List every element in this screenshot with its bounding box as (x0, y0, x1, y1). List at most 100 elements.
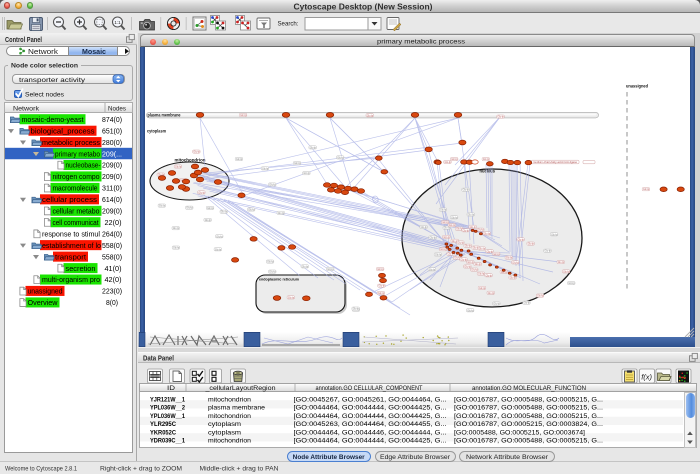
svg-text:multi-organism pro: multi-organism pro (42, 277, 100, 284)
svg-text:Overview: Overview (28, 300, 59, 307)
svg-text:transport: transport (55, 254, 86, 261)
svg-text:Glc-lp: Glc-lp (483, 158, 490, 161)
svg-text:Welcome to Cytoscape 2.8.1: Welcome to Cytoscape 2.8.1 (5, 466, 77, 473)
svg-text:endoplasmic reticulum: endoplasmic reticulum (259, 277, 299, 282)
svg-text:Glc-lp: Glc-lp (467, 261, 474, 264)
svg-text:Glc-lp: Glc-lp (506, 257, 513, 260)
svg-text:Glc-lp: Glc-lp (337, 156, 344, 159)
svg-text:Node color selection: Node color selection (11, 63, 78, 70)
svg-text:[GO:0016787, GO:0005488, GO:00: [GO:0016787, GO:0005488, GO:0005215, G..… (454, 396, 603, 403)
svg-text:Glc-lp: Glc-lp (198, 191, 205, 194)
svg-text:cell communicat: cell communicat (53, 220, 99, 227)
svg-text:[GO:0016787, GO:0005488, GO:00: [GO:0016787, GO:0005488, GO:0005215, G..… (454, 413, 603, 420)
svg-text:Glc-lp: Glc-lp (215, 248, 222, 251)
svg-text:22(0): 22(0) (105, 220, 122, 227)
svg-text:Glc-lp: Glc-lp (205, 219, 212, 222)
svg-text:YPL036W__1: YPL036W__1 (150, 413, 185, 420)
svg-text:primary metabolic process: primary metabolic process (377, 38, 466, 45)
svg-text:Glc-lp: Glc-lp (512, 261, 519, 264)
svg-text:[GO:0016787, GO:0005488, GO:00: [GO:0016787, GO:0005488, GO:0005215, G..… (454, 405, 603, 412)
svg-text:Glc-lp: Glc-lp (451, 216, 458, 219)
svg-text:nucleus: nucleus (480, 169, 496, 174)
svg-text:plasma membrane: plasma membrane (148, 113, 182, 118)
svg-text:209(0): 209(0) (102, 163, 122, 170)
svg-text:Network Attribute Browser: Network Attribute Browser (466, 454, 549, 461)
svg-text:558(0): 558(0) (102, 243, 122, 250)
svg-text:Search:: Search: (278, 21, 299, 28)
svg-text:Right-click + drag to ZOOM: Right-click + drag to ZOOM (100, 466, 182, 473)
svg-text:Glc-lp: Glc-lp (378, 292, 385, 295)
svg-text:Control Panel: Control Panel (5, 35, 42, 44)
svg-text:Glc-lp: Glc-lp (457, 242, 464, 245)
svg-text:mitochondrion: mitochondrion (208, 413, 252, 420)
svg-text:unassigned: unassigned (28, 289, 63, 296)
svg-text:Glc-lp: Glc-lp (451, 158, 458, 161)
svg-text:209(0): 209(0) (102, 209, 122, 216)
svg-text:Glc-lp: Glc-lp (486, 274, 493, 277)
svg-text:Glc-lp: Glc-lp (465, 245, 472, 248)
svg-text:Glc-lp: Glc-lp (303, 172, 310, 175)
svg-text:Glc-lp: Glc-lp (467, 309, 474, 312)
svg-text:mitochondrion: mitochondrion (175, 157, 207, 162)
svg-text:YKR052C: YKR052C (150, 429, 176, 436)
svg-text:[GO:0016787, GO:0005215, GO:00: [GO:0016787, GO:0005215, GO:0003824, G..… (454, 421, 603, 428)
svg-text:[GO:0045263, GO:0044464, GO:00: [GO:0045263, GO:0044464, GO:0044455, G..… (294, 421, 447, 428)
svg-text:Glc-lp: Glc-lp (269, 184, 276, 187)
svg-text:Glc-lp: Glc-lp (216, 235, 223, 238)
svg-text:annotation.GO CELLULAR_COMPONE: annotation.GO CELLULAR_COMPONENT (316, 385, 423, 392)
svg-text:Node Attribute Browser: Node Attribute Browser (293, 454, 366, 461)
svg-text:[GO:0016787, GO:0005488, GO:00: [GO:0016787, GO:0005488, GO:0005215, G..… (454, 438, 603, 445)
svg-text:223(0): 223(0) (102, 289, 122, 296)
svg-text:Glc-lp: Glc-lp (463, 189, 470, 192)
svg-text:[GO:0044464, GO:0044444, GO:00: [GO:0044464, GO:0044444, GO:0044425, G..… (294, 405, 447, 412)
svg-text:Glc-lp: Glc-lp (445, 161, 452, 164)
svg-text:Glc-lp: Glc-lp (470, 226, 477, 229)
svg-text:annotation.GO MOLECULAR_FUNCTI: annotation.GO MOLECULAR_FUNCTION (472, 385, 586, 392)
svg-text:42(0): 42(0) (105, 277, 122, 284)
svg-text:medium-chain-fatty-acid-CoA-li: medium-chain-fatty-acid-CoA-ligase (533, 160, 578, 164)
svg-text:Glc-lp: Glc-lp (353, 308, 360, 311)
svg-text:Glc-lp: Glc-lp (461, 258, 468, 261)
svg-text:Glc-lp: Glc-lp (236, 158, 243, 161)
svg-text:209(0): 209(0) (102, 174, 122, 181)
svg-text:Glc-lp: Glc-lp (449, 224, 456, 227)
svg-text:cellular process: cellular process (42, 197, 98, 204)
svg-text:Glc-lp: Glc-lp (310, 146, 317, 149)
svg-text:Glc-lp: Glc-lp (440, 248, 447, 251)
svg-text:Glc-lp: Glc-lp (302, 265, 309, 268)
svg-text:Glc-lp: Glc-lp (186, 207, 193, 210)
svg-text:YDR039C__1: YDR039C__1 (150, 438, 185, 445)
svg-text:Glc-lp: Glc-lp (207, 207, 214, 210)
svg-text:metabolic process: metabolic process (42, 140, 101, 147)
svg-text:biological_process: biological_process (31, 128, 96, 135)
svg-text:mitochondrion: mitochondrion (208, 396, 252, 403)
svg-text:Glc-lp: Glc-lp (443, 236, 450, 239)
svg-text:Glc-lp: Glc-lp (479, 248, 486, 251)
svg-text:Glc-lp: Glc-lp (173, 227, 180, 230)
svg-text:Glc-lp: Glc-lp (478, 273, 485, 276)
svg-text:cytoplasm: cytoplasm (208, 421, 241, 428)
svg-text:nitrogen compo: nitrogen compo (53, 174, 100, 181)
svg-text:Edge Attribute Browser: Edge Attribute Browser (380, 454, 451, 461)
svg-text:Glc-lp: Glc-lp (173, 247, 180, 250)
svg-text:transporter activity: transporter activity (19, 76, 86, 83)
svg-text:209(...: 209(... (102, 151, 122, 158)
svg-text:Glc-lp: Glc-lp (477, 229, 484, 232)
svg-text:Glc-lp: Glc-lp (421, 226, 428, 229)
svg-text:mosaic-demo-yeast: mosaic-demo-yeast (22, 117, 84, 124)
svg-text:Glc-lp: Glc-lp (551, 233, 558, 236)
svg-text:614(0): 614(0) (102, 197, 122, 204)
svg-text:Glc-lp: Glc-lp (545, 250, 552, 253)
svg-text:558(0): 558(0) (102, 254, 122, 261)
svg-text:Glc-lp: Glc-lp (294, 162, 301, 165)
svg-text:[GO:0044464, GO:0044444, GO:00: [GO:0044464, GO:0044444, GO:0044425, G..… (294, 438, 447, 445)
svg-text:YPL036W__2: YPL036W__2 (150, 405, 185, 412)
svg-text:Glc-lp: Glc-lp (493, 253, 500, 256)
svg-text:Glc-lp: Glc-lp (430, 237, 437, 240)
svg-text:Middle-click + drag to PAN: Middle-click + drag to PAN (200, 466, 279, 473)
svg-text:unassigned: unassigned (626, 84, 648, 89)
svg-text:Glc-lp: Glc-lp (193, 151, 200, 154)
svg-text:_cellularLayoutRegion: _cellularLayoutRegion (204, 385, 276, 392)
svg-text:[GO:0045267, GO:0045261, GO:00: [GO:0045267, GO:0045261, GO:0044464, G..… (294, 396, 447, 403)
svg-text:Glc-lp: Glc-lp (471, 269, 478, 272)
